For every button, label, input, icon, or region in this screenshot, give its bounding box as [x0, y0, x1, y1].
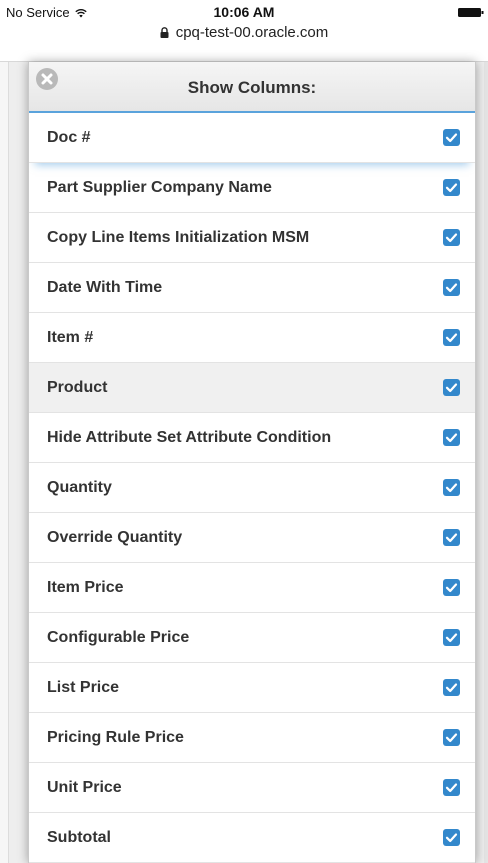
column-row-copy-line-items-initialization-msm[interactable]: Copy Line Items Initialization MSM	[29, 213, 475, 263]
column-label: Pricing Rule Price	[47, 728, 184, 746]
check-icon	[445, 433, 458, 443]
column-checkbox[interactable]	[443, 729, 460, 746]
column-label: Item Price	[47, 578, 124, 596]
check-icon	[445, 583, 458, 593]
column-row-list-price[interactable]: List Price	[29, 663, 475, 713]
check-icon	[445, 533, 458, 543]
check-icon	[445, 333, 458, 343]
check-icon	[445, 783, 458, 793]
url-text: cpq-test-00.oracle.com	[175, 24, 329, 41]
column-checkbox[interactable]	[443, 179, 460, 196]
column-label: Copy Line Items Initialization MSM	[47, 228, 310, 246]
column-row-hide-attribute-set-attribute-condition[interactable]: Hide Attribute Set Attribute Condition	[29, 413, 475, 463]
column-checkbox[interactable]	[443, 129, 460, 146]
column-list: Doc # Part Supplier Company Name Copy Li…	[29, 113, 475, 863]
check-icon	[445, 133, 458, 143]
column-label: Item #	[47, 328, 94, 346]
column-row-doc-number[interactable]: Doc #	[29, 113, 475, 163]
column-row-unit-price[interactable]: Unit Price	[29, 763, 475, 813]
column-row-product[interactable]: Product	[29, 363, 475, 413]
column-label: Doc #	[47, 128, 91, 146]
check-icon	[445, 633, 458, 643]
column-checkbox[interactable]	[443, 629, 460, 646]
dialog-title: Show Columns:	[187, 78, 317, 97]
column-checkbox[interactable]	[443, 429, 460, 446]
column-label: Unit Price	[47, 778, 122, 796]
column-label: Override Quantity	[47, 528, 183, 546]
column-label: Date With Time	[47, 278, 163, 296]
column-checkbox[interactable]	[443, 329, 460, 346]
column-label: List Price	[47, 678, 120, 696]
column-checkbox[interactable]	[443, 779, 460, 796]
column-label: Part Supplier Company Name	[47, 178, 272, 196]
column-row-pricing-rule-price[interactable]: Pricing Rule Price	[29, 713, 475, 763]
column-checkbox[interactable]	[443, 579, 460, 596]
column-label: Subtotal	[47, 828, 111, 846]
column-row-quantity[interactable]: Quantity	[29, 463, 475, 513]
column-row-item-number[interactable]: Item #	[29, 313, 475, 363]
backdrop-left-edge	[0, 62, 9, 863]
column-checkbox[interactable]	[443, 379, 460, 396]
column-label: Hide Attribute Set Attribute Condition	[47, 428, 332, 446]
column-checkbox[interactable]	[443, 229, 460, 246]
check-icon	[445, 183, 458, 193]
battery-icon	[458, 8, 484, 17]
column-label: Configurable Price	[47, 628, 190, 646]
backdrop-right-edge	[484, 62, 488, 863]
lock-icon	[160, 27, 169, 38]
check-icon	[445, 683, 458, 693]
check-icon	[445, 733, 458, 743]
check-icon	[445, 283, 458, 293]
status-bar: No Service 10:06 AM cpq-test-00.oracle.c…	[0, 0, 488, 62]
url-bar[interactable]: cpq-test-00.oracle.com	[0, 24, 488, 41]
column-label: Quantity	[47, 478, 112, 496]
close-button[interactable]	[36, 68, 58, 90]
column-row-item-price[interactable]: Item Price	[29, 563, 475, 613]
column-checkbox[interactable]	[443, 679, 460, 696]
show-columns-dialog: Show Columns: Doc # Part Supplier Compan…	[28, 62, 476, 863]
close-icon	[41, 73, 53, 85]
column-row-date-with-time[interactable]: Date With Time	[29, 263, 475, 313]
check-icon	[445, 483, 458, 493]
clock: 10:06 AM	[213, 4, 275, 20]
dialog-header: Show Columns:	[29, 62, 475, 113]
column-row-subtotal[interactable]: Subtotal	[29, 813, 475, 863]
column-row-configurable-price[interactable]: Configurable Price	[29, 613, 475, 663]
check-icon	[445, 233, 458, 243]
column-checkbox[interactable]	[443, 279, 460, 296]
column-checkbox[interactable]	[443, 829, 460, 846]
check-icon	[445, 833, 458, 843]
column-row-override-quantity[interactable]: Override Quantity	[29, 513, 475, 563]
column-label: Product	[47, 378, 108, 396]
column-row-part-supplier-company-name[interactable]: Part Supplier Company Name	[29, 163, 475, 213]
column-checkbox[interactable]	[443, 529, 460, 546]
column-checkbox[interactable]	[443, 479, 460, 496]
check-icon	[445, 383, 458, 393]
